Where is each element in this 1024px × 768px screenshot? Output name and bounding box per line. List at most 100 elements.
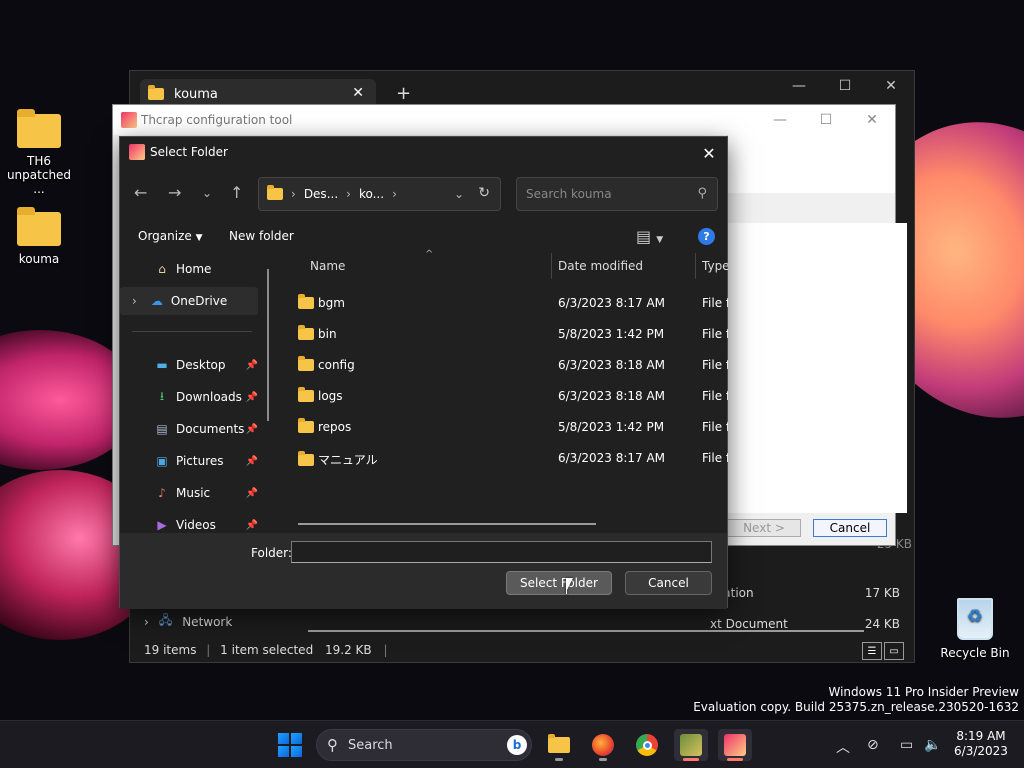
file-explorer-icon [548, 734, 570, 753]
select-folder-button[interactable]: Select Folder [506, 571, 612, 595]
home-icon: ⌂ [158, 262, 166, 276]
start-button[interactable] [278, 733, 302, 757]
taskbar-firefox[interactable] [586, 729, 620, 761]
navigation-pane: ⌂ Home › ☁ OneDrive ▬ Desktop 📌 ⭳ Downlo… [120, 255, 270, 535]
new-folder-button[interactable]: New folder [229, 229, 294, 243]
up-arrow-icon[interactable]: ↑ [230, 183, 243, 202]
chevron-right-icon[interactable]: › [132, 294, 137, 308]
column-divider[interactable] [695, 253, 696, 279]
pin-icon[interactable]: 📌 [246, 488, 258, 499]
back-arrow-icon[interactable]: ← [134, 183, 147, 202]
taskbar-thcrap[interactable] [674, 729, 708, 761]
thcrap-dialog-icon [724, 734, 746, 756]
maximize-icon[interactable]: ☐ [803, 105, 849, 135]
sidebar-item-onedrive[interactable]: › ☁ OneDrive [120, 287, 258, 315]
search-box[interactable]: Search kouma ⚲ [516, 177, 718, 211]
close-icon[interactable]: ✕ [697, 141, 721, 165]
thcrap-window-controls: — ☐ ✕ [757, 105, 895, 135]
help-icon[interactable]: ? [698, 228, 715, 245]
sidebar-item-music[interactable]: ♪ Music 📌 [120, 479, 260, 507]
folder-label: Folder: [251, 546, 292, 560]
taskbar-file-explorer[interactable] [542, 729, 576, 761]
maximize-icon[interactable]: ☐ [822, 71, 868, 101]
column-divider[interactable] [551, 253, 552, 279]
list-item[interactable]: マニュアル 6/3/2023 8:17 AM File fo [280, 442, 728, 473]
new-tab-button[interactable]: + [396, 83, 411, 104]
list-item[interactable]: logs 6/3/2023 8:18 AM File fo [280, 380, 728, 411]
list-item[interactable]: bgm 6/3/2023 8:17 AM File fo [280, 287, 728, 318]
folder-name: マニュアル [318, 453, 378, 467]
sidebar-item-label: Desktop [176, 358, 226, 372]
list-item[interactable]: xt Document 24 KB [310, 610, 910, 641]
close-tab-icon[interactable]: ✕ [352, 85, 364, 101]
list-item[interactable]: bin 5/8/2023 1:42 PM File fo [280, 318, 728, 349]
next-button[interactable]: Next > [727, 519, 801, 537]
column-header-type[interactable]: Type [702, 259, 728, 273]
cancel-button[interactable]: Cancel [625, 571, 712, 595]
view-menu-button[interactable]: ▤ ▼ [636, 227, 663, 246]
horizontal-scrollbar[interactable] [308, 630, 864, 632]
sidebar-item-label: Network [182, 614, 233, 629]
folder-date: 5/8/2023 1:42 PM [558, 420, 665, 434]
sidebar-item-pictures[interactable]: ▣ Pictures 📌 [120, 447, 260, 475]
chevron-right-icon: › [346, 187, 351, 201]
recent-locations-chevron-icon[interactable]: ⌄ [202, 186, 212, 200]
breadcrumb-kouma[interactable]: ko... [359, 187, 384, 201]
desktop-icon-th6[interactable]: TH6 unpatched ... [1, 109, 77, 196]
tiles-view-icon[interactable]: ▭ [884, 642, 904, 660]
column-header-name[interactable]: Name [310, 259, 345, 273]
watermark-line2: Evaluation copy. Build 25375.zn_release.… [693, 700, 1019, 714]
list-item[interactable]: config 6/3/2023 8:18 AM File fo [280, 349, 728, 380]
list-item[interactable]: repos 5/8/2023 1:42 PM File fo [280, 411, 728, 442]
close-icon[interactable]: ✕ [868, 71, 914, 101]
pin-icon[interactable]: 📌 [246, 424, 258, 435]
chrome-icon [636, 734, 658, 756]
organize-button[interactable]: Organize ▼ [138, 229, 203, 243]
document-icon: ▤ [156, 422, 168, 436]
close-icon[interactable]: ✕ [849, 105, 895, 135]
taskbar-search-label: Search [348, 737, 393, 753]
forward-arrow-icon[interactable]: → [168, 183, 181, 202]
display-icon[interactable]: ▭ [900, 737, 913, 753]
desktop-icon-recycle-bin[interactable]: Recycle Bin [937, 598, 1013, 660]
refresh-icon[interactable]: ↻ [478, 185, 490, 201]
minimize-icon[interactable]: — [757, 105, 803, 135]
chevron-up-icon[interactable]: ︿ [836, 737, 850, 757]
organize-label: Organize [138, 229, 192, 243]
folder-name: bin [318, 327, 337, 341]
column-header-date[interactable]: Date modified [558, 259, 643, 273]
taskbar: ⚲ Search b ︿ ⊘ ▭ 🔈 8:19 AM 6/3/2023 [0, 720, 1024, 768]
sidebar-item-documents[interactable]: ▤ Documents 📌 [120, 415, 260, 443]
address-dropdown-icon[interactable]: ⌄ [454, 187, 464, 201]
pin-icon[interactable]: 📌 [246, 360, 258, 371]
address-bar[interactable]: › Des... › ko... › ⌄ ↻ [258, 177, 501, 211]
pin-icon[interactable]: 📌 [246, 456, 258, 467]
volume-icon[interactable]: 🔈 [924, 737, 941, 753]
selection-count: 1 item selected [220, 643, 314, 657]
desktop-icon-kouma[interactable]: kouma [1, 207, 77, 266]
taskbar-search[interactable]: ⚲ Search b [316, 729, 532, 761]
bing-icon[interactable]: b [507, 735, 527, 755]
sidebar-item-home[interactable]: ⌂ Home [120, 255, 260, 283]
view-toggle: ☰ ▭ [862, 642, 904, 660]
sidebar-scrollbar[interactable] [267, 269, 269, 421]
sidebar-divider [132, 331, 252, 332]
pin-icon[interactable]: 📌 [246, 392, 258, 403]
minimize-icon[interactable]: — [776, 71, 822, 101]
sidebar-item-downloads[interactable]: ⭳ Downloads 📌 [120, 383, 260, 411]
sidebar-item-network[interactable]: › 🖧 Network [144, 611, 232, 632]
folder-input[interactable] [291, 541, 712, 563]
network-disconnected-icon[interactable]: ⊘ [867, 737, 879, 753]
sidebar-item-desktop[interactable]: ▬ Desktop 📌 [120, 351, 260, 379]
cancel-button[interactable]: Cancel [813, 519, 887, 537]
pin-icon[interactable]: 📌 [246, 520, 258, 531]
taskbar-clock[interactable]: 8:19 AM 6/3/2023 [948, 729, 1014, 759]
chevron-right-icon[interactable]: › [144, 615, 149, 629]
horizontal-scrollbar[interactable] [298, 523, 596, 525]
breadcrumb-desktop[interactable]: Des... [304, 187, 338, 201]
file-type: xt Document [710, 617, 788, 631]
taskbar-chrome[interactable] [630, 729, 664, 761]
details-view-icon[interactable]: ☰ [862, 642, 882, 660]
search-placeholder: Search kouma [526, 187, 612, 201]
taskbar-select-folder[interactable] [718, 729, 752, 761]
